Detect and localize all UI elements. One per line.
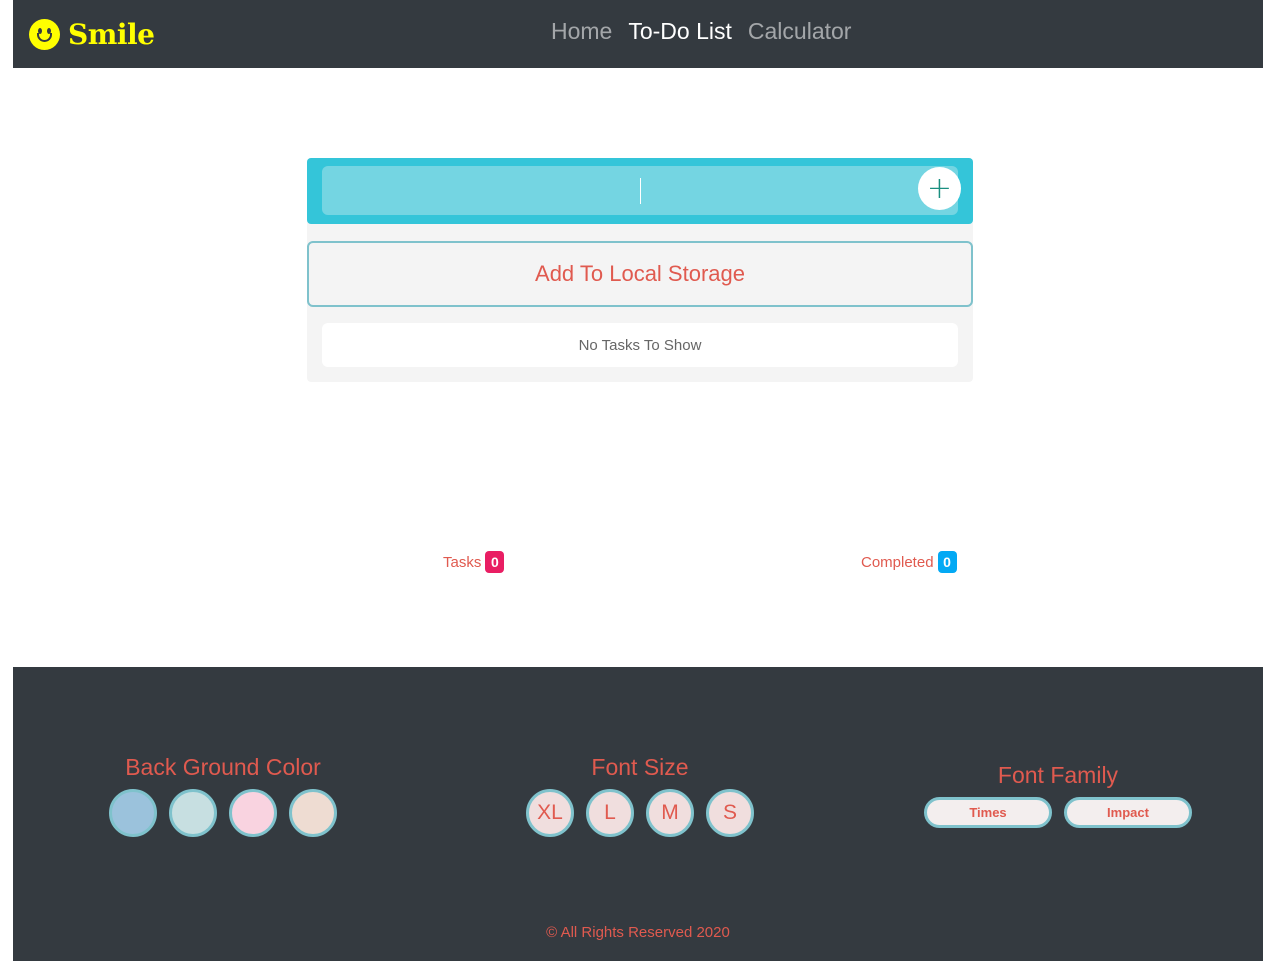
font-family-times-button[interactable]: Times xyxy=(924,797,1052,828)
completed-counter: Completed 0 xyxy=(861,551,957,573)
nav-link-todo-list[interactable]: To-Do List xyxy=(628,18,732,45)
bg-color-pink-swatch[interactable] xyxy=(229,789,277,837)
nav-link-home[interactable]: Home xyxy=(551,18,612,45)
text-caret xyxy=(640,178,641,204)
copyright-text: © All Rights Reserved 2020 xyxy=(546,924,730,941)
plus-icon: + xyxy=(926,171,953,206)
smiley-icon xyxy=(29,18,60,50)
completed-label: Completed xyxy=(861,553,934,571)
add-task-button[interactable]: + xyxy=(918,167,961,210)
font-size-s-button[interactable]: S xyxy=(706,789,754,837)
empty-task-list: No Tasks To Show xyxy=(322,323,958,367)
navbar: Smile Home To-Do List Calculator xyxy=(13,0,1263,68)
font-size-m-button[interactable]: M xyxy=(646,789,694,837)
font-size-title: Font Size xyxy=(591,754,689,780)
add-to-local-storage-button[interactable]: Add To Local Storage xyxy=(307,241,973,307)
tasks-label: Tasks xyxy=(443,553,482,571)
brand-name: Smile xyxy=(68,17,155,51)
background-color-section: Back Ground Color xyxy=(105,754,341,837)
nav-links: Home To-Do List Calculator xyxy=(551,18,851,45)
brand-logo[interactable]: Smile xyxy=(29,14,155,54)
font-size-l-button[interactable]: L xyxy=(586,789,634,837)
bg-color-teal-swatch[interactable] xyxy=(169,789,217,837)
font-size-section: Font Size XL L M S xyxy=(523,754,757,837)
background-color-title: Back Ground Color xyxy=(125,754,321,780)
font-size-xl-button[interactable]: XL xyxy=(526,789,574,837)
nav-link-calculator[interactable]: Calculator xyxy=(748,18,852,45)
task-input-bar: + xyxy=(307,158,973,224)
footer: Back Ground Color Font Size XL L M S Fon… xyxy=(13,667,1263,961)
font-family-impact-button[interactable]: Impact xyxy=(1064,797,1192,828)
font-family-section: Font Family Times Impact xyxy=(918,762,1198,828)
todo-panel: + Add To Local Storage No Tasks To Show xyxy=(307,158,973,382)
font-family-title: Font Family xyxy=(997,762,1119,788)
tasks-counter: Tasks 0 xyxy=(443,551,505,573)
tasks-count-badge: 0 xyxy=(485,551,505,573)
completed-count-badge: 0 xyxy=(937,551,957,573)
bg-color-blue-swatch[interactable] xyxy=(109,789,157,837)
bg-color-beige-swatch[interactable] xyxy=(289,789,337,837)
